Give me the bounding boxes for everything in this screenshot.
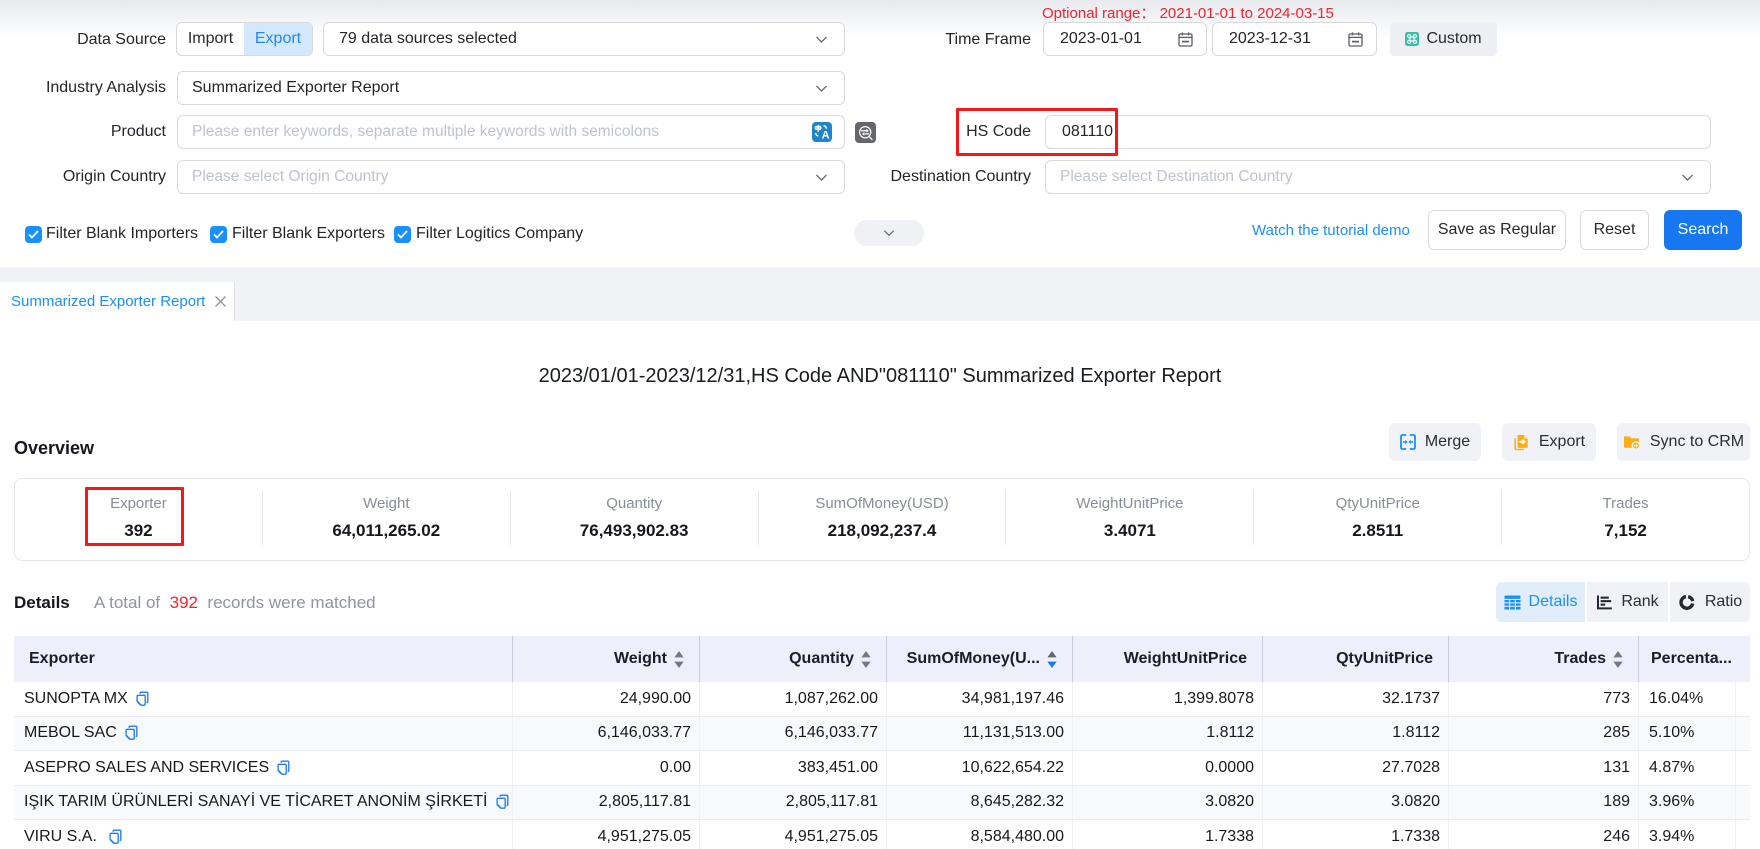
- svg-text:A: A: [822, 130, 830, 142]
